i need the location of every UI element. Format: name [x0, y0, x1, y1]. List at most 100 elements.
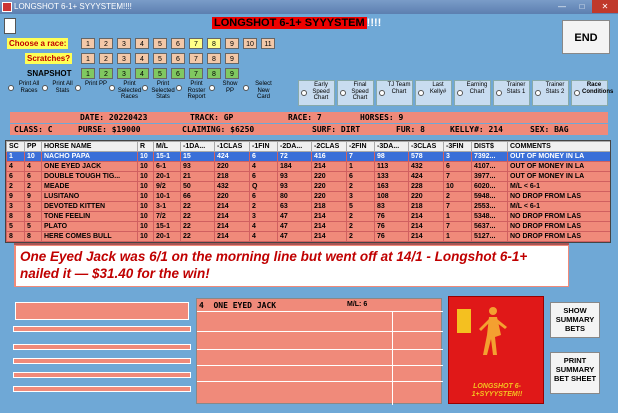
radio-icon[interactable] [142, 85, 148, 91]
end-button[interactable]: END [562, 20, 610, 54]
scratch-6-button[interactable]: 6 [171, 53, 185, 64]
scratch-5-button[interactable]: 5 [153, 53, 167, 64]
close-button[interactable]: ✕ [592, 0, 618, 13]
bet-field-4[interactable] [13, 372, 191, 378]
table-cell: 7 [443, 201, 472, 212]
race-5-button[interactable]: 5 [153, 38, 167, 49]
bet-field-5[interactable] [13, 386, 191, 392]
snapshot-6-button[interactable]: 6 [171, 68, 185, 79]
snapshot-7-button[interactable]: 7 [189, 68, 203, 79]
race-11-button[interactable]: 11 [261, 38, 275, 49]
table-row[interactable]: 8 8 TONE FEELIN 10 7/2 22 214 3 47 214 2 76 214 1 5348… [6, 211, 610, 222]
column-header[interactable]: -3DA... [374, 141, 409, 152]
radio-icon[interactable] [496, 90, 502, 96]
snapshot-9-button[interactable]: 9 [225, 68, 239, 79]
column-header[interactable]: HORSE NAME [41, 141, 138, 152]
print-summary-bet-sheet-button[interactable]: PRINT SUMMARY BET SHEET [550, 352, 600, 394]
column-header[interactable]: DIST$ [471, 141, 508, 152]
snapshot-8-button[interactable]: 8 [207, 68, 221, 79]
column-header[interactable]: -2FIN [346, 141, 375, 152]
snapshot-5-button[interactable]: 5 [153, 68, 167, 79]
table-row[interactable]: 9 9 LUSITANO 10 10-1 66 220 6 80 220 3 108 220 2 5948.… [6, 191, 610, 202]
table-cell: 4 [6, 161, 25, 172]
scratch-9-button[interactable]: 9 [225, 53, 239, 64]
chart-option-tj-team-chart[interactable]: TJ Team Chart [376, 80, 413, 106]
race-10-button[interactable]: 10 [243, 38, 257, 49]
table-row[interactable]: 5 5 PLATO 10 15-1 22 214 4 47 214 2 76 214 7 5637... NO… [6, 221, 610, 232]
table-cell: 3 [443, 151, 472, 162]
radio-icon[interactable] [108, 85, 115, 91]
column-header[interactable]: COMMENTS [507, 141, 610, 152]
snapshot-3-button[interactable]: 3 [117, 68, 131, 79]
show-summary-bets-button[interactable]: SHOW SUMMARY BETS [550, 302, 600, 338]
column-header[interactable]: M/L [153, 141, 181, 152]
scratch-3-button[interactable]: 3 [117, 53, 131, 64]
table-cell: 7392... [471, 151, 508, 162]
maximize-button[interactable]: □ [572, 0, 592, 13]
table-row[interactable]: 4 4 ONE EYED JACK 10 6-1 93 220 4 184 214 1 113 432 6… [6, 161, 610, 172]
radio-icon[interactable] [574, 90, 580, 96]
scratch-2-button[interactable]: 2 [99, 53, 113, 64]
column-header[interactable]: -3CLAS [408, 141, 444, 152]
chart-option-earning-chart[interactable]: Earning Chart [454, 80, 491, 106]
radio-icon[interactable] [340, 90, 346, 96]
table-cell: 76 [374, 231, 409, 242]
radio-icon[interactable] [75, 85, 81, 91]
table-row[interactable]: 3 3 DEVOTED KITTEN 10 3-1 22 214 2 63 218 5 83 218 7 2… [6, 201, 610, 212]
table-row[interactable]: 1 10 NACHO PAPA 10 15-1 15 424 6 72 416 7 98 578 3 739… [6, 151, 610, 162]
column-header[interactable]: R [137, 141, 154, 152]
race-4-button[interactable]: 4 [135, 38, 149, 49]
table-cell: 10 [137, 231, 154, 242]
scratch-7-button[interactable]: 7 [189, 53, 203, 64]
chart-option-last-kelly-[interactable]: Last Kelly# [415, 80, 452, 106]
bottom-panel: 4 ONE EYED JACK M/L: 6 LONGSHOT 6-1+SYYY… [5, 294, 610, 406]
table-row[interactable]: 6 6 DOUBLE TOUGH TIG... 10 20-1 21 218 6 93 220 6 1… [6, 171, 610, 182]
radio-icon[interactable] [457, 90, 463, 96]
snapshot-1-button[interactable]: 1 [81, 68, 95, 79]
option-label: Print All Races [18, 81, 40, 94]
chart-option-trainer-stats-1[interactable]: Trainer Stats 1 [493, 80, 530, 106]
table-row[interactable]: 8 8 HERE COMES BULL 10 20-1 22 214 4 47 214 2 76 214… [6, 231, 610, 242]
table-cell: ONE EYED JACK [41, 161, 138, 172]
bet-field-3[interactable] [13, 358, 191, 364]
minimize-button[interactable]: — [552, 0, 572, 13]
snapshot-2-button[interactable]: 2 [99, 68, 113, 79]
radio-icon[interactable] [209, 85, 215, 91]
radio-icon[interactable] [41, 85, 48, 91]
radio-icon[interactable] [301, 90, 307, 96]
chart-option-early-speed-chart[interactable]: Early Speed Chart [298, 80, 335, 106]
bet-field-1[interactable] [13, 326, 191, 332]
column-header[interactable]: -1CLAS [214, 141, 250, 152]
race-1-button[interactable]: 1 [81, 38, 95, 49]
race-2-button[interactable]: 2 [99, 38, 113, 49]
race-7-button[interactable]: 7 [189, 38, 203, 49]
column-header[interactable]: -2DA... [277, 141, 312, 152]
column-header[interactable]: -2CLAS [311, 141, 347, 152]
race-8-button[interactable]: 8 [207, 38, 221, 49]
radio-icon[interactable] [379, 90, 385, 96]
race-3-button[interactable]: 3 [117, 38, 131, 49]
radio-icon[interactable] [8, 85, 14, 91]
radio-icon[interactable] [535, 90, 541, 96]
radio-icon[interactable] [175, 85, 182, 91]
snapshot-4-button[interactable]: 4 [135, 68, 149, 79]
bet-select-box[interactable] [15, 302, 189, 320]
column-header[interactable]: -1FIN [249, 141, 278, 152]
race-6-button[interactable]: 6 [171, 38, 185, 49]
chart-option-trainer-stats-2[interactable]: Trainer Stats 2 [532, 80, 569, 106]
table-row[interactable]: 2 2 MEADE 10 9/2 50 432 Q 93 220 2 163 228 10 6020... M… [6, 181, 610, 192]
column-header[interactable]: SC [6, 141, 25, 152]
bet-field-2[interactable] [13, 344, 191, 350]
chart-option-race-conditions[interactable]: Race Conditions [571, 80, 613, 106]
column-header[interactable]: -3FIN [443, 141, 472, 152]
column-header[interactable]: -1DA... [180, 141, 215, 152]
scratch-8-button[interactable]: 8 [207, 53, 221, 64]
column-header[interactable]: PP [24, 141, 42, 152]
race-9-button[interactable]: 9 [225, 38, 239, 49]
radio-icon[interactable] [242, 85, 249, 91]
table-cell: 8 [6, 231, 25, 242]
radio-icon[interactable] [418, 90, 424, 96]
chart-option-final-speed-chart[interactable]: Final Speed Chart [337, 80, 374, 106]
scratch-1-button[interactable]: 1 [81, 53, 95, 64]
scratch-4-button[interactable]: 4 [135, 53, 149, 64]
